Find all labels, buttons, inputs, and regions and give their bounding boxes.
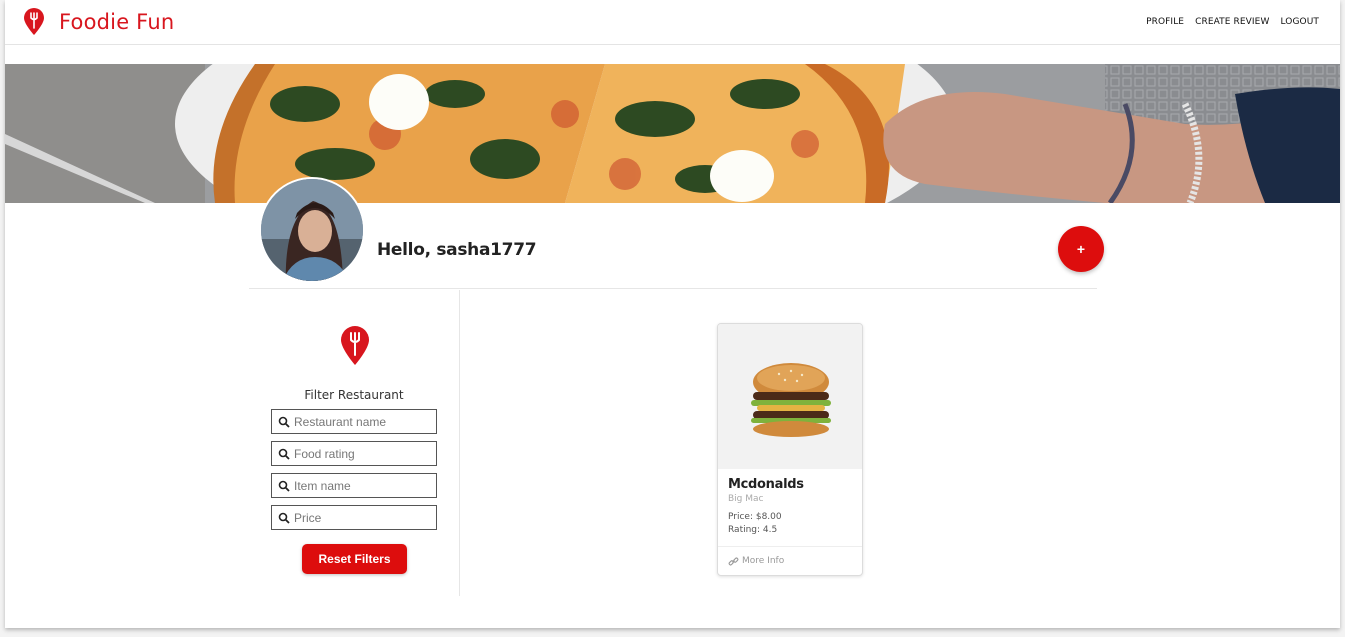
add-review-button[interactable]: + <box>1058 226 1104 272</box>
profile-greeting: Hello, sasha1777 <box>377 240 537 260</box>
more-info-link[interactable]: More Info <box>718 546 862 575</box>
navbar: Foodie Fun PROFILE CREATE REVIEW LOGOUT <box>5 0 1340 45</box>
brand-name: Foodie Fun <box>59 10 175 34</box>
filter-title: Filter Restaurant <box>304 388 404 402</box>
app-window: Foodie Fun PROFILE CREATE REVIEW LOGOUT <box>5 0 1340 628</box>
restaurant-name-field[interactable] <box>271 409 437 434</box>
item-name-input[interactable] <box>294 478 430 493</box>
section-divider <box>249 288 1097 289</box>
search-icon <box>278 512 290 524</box>
nav-profile-link[interactable]: PROFILE <box>1146 17 1184 27</box>
card-rating: Rating: 4.5 <box>728 525 778 535</box>
card-price: Price: $8.00 <box>728 512 782 522</box>
search-icon <box>278 416 290 428</box>
nav-logout-link[interactable]: LOGOUT <box>1280 17 1319 27</box>
nav-links: PROFILE CREATE REVIEW LOGOUT <box>1146 17 1319 27</box>
card-restaurant-name: Mcdonalds <box>728 477 804 492</box>
more-info-label: More Info <box>742 556 785 566</box>
reset-filters-button[interactable]: Reset Filters <box>302 544 407 574</box>
fork-pin-logo-icon <box>24 8 44 35</box>
card-item-name: Big Mac <box>728 494 764 504</box>
fork-pin-logo-icon <box>341 326 369 365</box>
brand[interactable]: Foodie Fun <box>23 8 174 36</box>
search-icon <box>278 480 290 492</box>
food-rating-input[interactable] <box>294 446 430 461</box>
nav-create-review-link[interactable]: CREATE REVIEW <box>1195 17 1269 27</box>
restaurant-name-input[interactable] <box>294 414 430 429</box>
burger-photo <box>718 324 862 469</box>
sidebar-divider <box>459 290 460 596</box>
pizza-banner-image <box>5 64 1340 203</box>
food-rating-field[interactable] <box>271 441 437 466</box>
review-card[interactable]: Mcdonalds Big Mac Price: $8.00 Rating: 4… <box>717 323 863 576</box>
profile-avatar <box>259 177 365 283</box>
item-name-field[interactable] <box>271 473 437 498</box>
price-input[interactable] <box>294 510 430 525</box>
price-field[interactable] <box>271 505 437 530</box>
link-icon <box>728 557 739 565</box>
search-icon <box>278 448 290 460</box>
